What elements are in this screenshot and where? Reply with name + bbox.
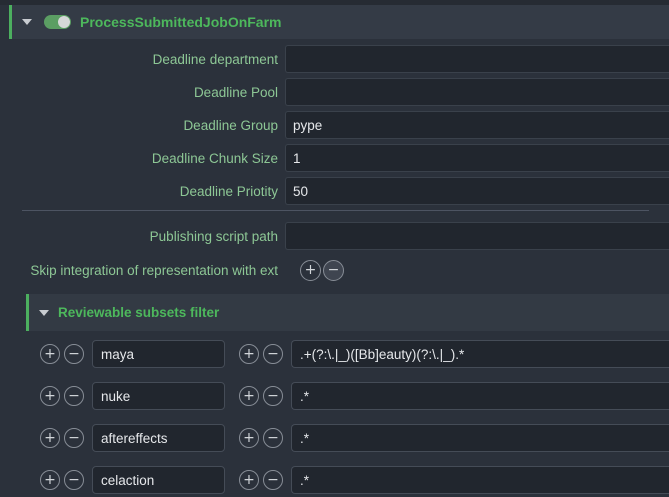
deadline-group-label: Deadline Group (0, 118, 278, 133)
form-row-publishing-script-path: Publishing script path (0, 222, 669, 250)
filter-pattern-input[interactable] (291, 424, 669, 452)
remove-key-button[interactable]: − (64, 428, 84, 448)
filter-pattern-input[interactable] (291, 466, 669, 494)
add-pattern-button[interactable]: + (239, 344, 259, 364)
filter-row-nuke: + − + − (0, 382, 669, 410)
filter-pattern-input[interactable] (291, 340, 669, 368)
skip-integration-label: Skip integration of representation with … (0, 263, 278, 278)
add-pattern-button[interactable]: + (239, 428, 259, 448)
add-pattern-button[interactable]: + (239, 470, 259, 490)
add-key-button[interactable]: + (40, 344, 60, 364)
form-row-deadline-department: Deadline department (0, 45, 669, 73)
reviewable-filter-list: + − + − + − + − + − + − + − + − (0, 340, 669, 494)
remove-item-button[interactable]: − (323, 260, 344, 281)
form-row-deadline-priority: Deadline Priotity (0, 177, 669, 205)
add-pattern-button[interactable]: + (239, 386, 259, 406)
remove-key-button[interactable]: − (64, 386, 84, 406)
filter-key-input[interactable] (92, 340, 225, 368)
add-key-button[interactable]: + (40, 386, 60, 406)
collapse-caret-icon[interactable] (22, 19, 32, 25)
deadline-pool-label: Deadline Pool (0, 85, 278, 100)
filter-key-input[interactable] (92, 424, 225, 452)
add-key-button[interactable]: + (40, 428, 60, 448)
accent-stripe (9, 5, 12, 39)
deadline-group-input[interactable] (285, 111, 669, 139)
filter-row-maya: + − + − (0, 340, 669, 368)
filter-row-aftereffects: + − + − (0, 424, 669, 452)
filter-pattern-input[interactable] (291, 382, 669, 410)
form-row-deadline-pool: Deadline Pool (0, 78, 669, 106)
remove-pattern-button[interactable]: − (263, 386, 283, 406)
filter-row-celaction: + − + − (0, 466, 669, 494)
deadline-department-input[interactable] (285, 45, 669, 73)
remove-pattern-button[interactable]: − (263, 344, 283, 364)
form-row-deadline-group: Deadline Group (0, 111, 669, 139)
deadline-chunk-size-label: Deadline Chunk Size (0, 151, 278, 166)
settings-form: Deadline department Deadline Pool Deadli… (0, 45, 669, 205)
reviewable-section-header: Reviewable subsets filter (26, 294, 669, 331)
deadline-chunk-size-input[interactable] (285, 144, 669, 172)
accent-stripe (26, 294, 29, 331)
plugin-title: ProcessSubmittedJobOnFarm (80, 14, 282, 30)
plugin-enabled-toggle[interactable] (44, 15, 71, 29)
collapse-caret-icon[interactable] (39, 310, 49, 316)
publishing-script-path-input[interactable] (285, 222, 669, 250)
remove-key-button[interactable]: − (64, 470, 84, 490)
add-item-button[interactable]: + (300, 260, 321, 281)
section-title: Reviewable subsets filter (58, 305, 219, 320)
deadline-priority-label: Deadline Priotity (0, 184, 278, 199)
publishing-script-path-label: Publishing script path (0, 229, 278, 244)
form-row-deadline-chunk-size: Deadline Chunk Size (0, 144, 669, 172)
toggle-knob (58, 16, 70, 28)
filter-key-input[interactable] (92, 382, 225, 410)
deadline-department-label: Deadline department (0, 52, 278, 67)
section-divider (22, 210, 649, 211)
filter-key-input[interactable] (92, 466, 225, 494)
skip-integration-row: Skip integration of representation with … (0, 259, 669, 281)
plugin-header: ProcessSubmittedJobOnFarm (9, 5, 669, 39)
deadline-pool-input[interactable] (285, 78, 669, 106)
deadline-priority-input[interactable] (285, 177, 669, 205)
remove-pattern-button[interactable]: − (263, 428, 283, 448)
remove-pattern-button[interactable]: − (263, 470, 283, 490)
remove-key-button[interactable]: − (64, 344, 84, 364)
add-key-button[interactable]: + (40, 470, 60, 490)
